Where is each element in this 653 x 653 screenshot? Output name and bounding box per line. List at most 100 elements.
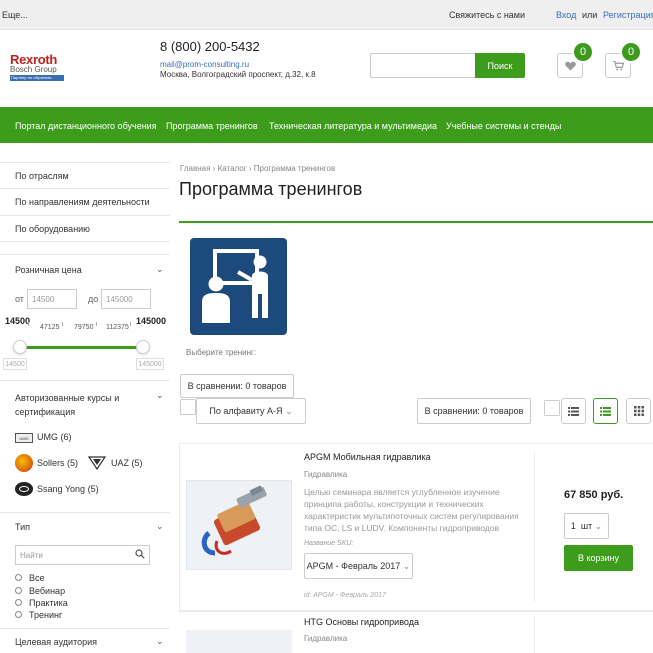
address-text: Москва, Волгоградский проспект, д.32, к.… <box>160 70 316 79</box>
search-input[interactable] <box>370 53 476 78</box>
sku-label: Название SKU: <box>304 540 354 547</box>
view-checkbox[interactable] <box>544 400 560 416</box>
select-training-label: Выберите тренинг: <box>186 348 257 357</box>
chevron-down-icon: ⌄ <box>285 405 293 416</box>
register-link[interactable]: Регистрация <box>603 10 653 20</box>
breadcrumb-home[interactable]: Главная <box>180 164 210 173</box>
product-divider <box>534 616 535 653</box>
sollers-logo-icon <box>15 454 33 472</box>
heart-icon <box>564 61 576 71</box>
search-button[interactable]: Поиск <box>475 53 525 78</box>
sort-select[interactable]: По алфавиту А-Я ⌄ <box>196 398 306 424</box>
chevron-down-icon[interactable]: ⌄ <box>156 521 164 532</box>
sidebar-item-industries[interactable]: По отраслям <box>0 163 170 189</box>
chevron-down-icon: ⌄ <box>402 560 411 571</box>
type-option-label: Все <box>29 573 45 583</box>
audience-filter-title[interactable]: Целевая аудитория <box>15 637 97 647</box>
price-range-max: 145000 <box>136 316 167 326</box>
umg-logo-icon: UMG <box>15 433 33 443</box>
product-image[interactable] <box>186 480 292 570</box>
product-image[interactable] <box>186 630 292 653</box>
product-id: id: APGM - Февраль 2017 <box>304 592 386 599</box>
tick-mark <box>130 322 131 326</box>
nav-item-distance-learning[interactable]: Портал дистанционного обучения <box>15 121 157 131</box>
type-filter-title[interactable]: Тип <box>15 522 30 532</box>
product-category: Гидравлика <box>304 634 348 643</box>
breadcrumb-catalog[interactable]: Каталог <box>218 164 247 173</box>
type-option-label: Тренинг <box>29 610 63 620</box>
price-filter-border <box>0 254 170 255</box>
view-list-compact-button[interactable] <box>561 398 586 424</box>
price-range-min: 14500 <box>5 316 31 326</box>
price-slider-track[interactable] <box>20 346 144 349</box>
grid-icon <box>633 406 644 416</box>
price-to-input[interactable]: 145000 <box>101 289 151 309</box>
sku-select[interactable]: APGM - Февраль 2017 ⌄ <box>304 553 413 579</box>
list-icon <box>600 406 611 416</box>
brand-sollers[interactable]: Sollers (5) <box>37 458 78 468</box>
nav-item-literature[interactable]: Техническая литература и мультимедиа <box>269 121 437 131</box>
chevron-down-icon[interactable]: ⌄ <box>156 264 164 275</box>
brand-ssangyong[interactable]: Ssang Yong (5) <box>37 484 99 494</box>
price-slider-max-handle[interactable] <box>136 340 150 354</box>
sidebar-item-directions[interactable]: По направлениям деятельности <box>0 189 170 216</box>
price-to-label: до <box>88 294 99 304</box>
compare-button-top[interactable]: В сравнении: 0 товаров <box>180 374 294 398</box>
type-search-input[interactable]: Найти <box>15 545 150 565</box>
favorites-count-badge: 0 <box>572 41 594 63</box>
more-link[interactable]: Еще... <box>2 10 28 20</box>
price-slider-min-handle[interactable] <box>13 340 27 354</box>
type-option-label: Практика <box>29 598 68 608</box>
brand-umg[interactable]: UMG (6) <box>37 432 72 442</box>
type-border <box>0 512 170 513</box>
authorized-courses-title[interactable]: Авторизованные курсы и сертификация <box>15 391 145 419</box>
select-all-checkbox[interactable] <box>180 399 196 415</box>
product-title[interactable]: HTG Основы гидропривода <box>304 617 419 627</box>
page-title: Программа тренингов <box>179 179 363 199</box>
type-option-label: Вебинар <box>29 586 66 596</box>
chevron-down-icon[interactable]: ⌄ <box>156 636 164 647</box>
logo-sub-text: Bosch Group <box>10 65 57 74</box>
email-link[interactable]: mail@prom-consulting.ru <box>160 60 249 69</box>
audience-border <box>0 628 170 629</box>
product-category: Гидравлика <box>304 470 348 479</box>
nav-item-training-program[interactable]: Программа тренингов <box>166 121 258 131</box>
price-filter-title[interactable]: Розничная цена <box>15 265 82 275</box>
quantity-select[interactable]: 1 шт ⌄ <box>564 513 609 539</box>
breadcrumb: Главная › Каталог › Программа тренингов <box>180 164 336 173</box>
sidebar-item-equipment[interactable]: По оборудованию <box>0 216 170 242</box>
price-tick: 47125 <box>40 324 60 331</box>
compare-button-right[interactable]: В сравнении: 0 товаров <box>417 398 531 424</box>
view-grid-button[interactable] <box>626 398 651 424</box>
product-description: Целью семинара является углубленное изуч… <box>304 487 519 533</box>
ssangyong-logo-icon <box>15 482 33 496</box>
brand-uaz[interactable]: UAZ (5) <box>111 458 143 468</box>
cart-icon <box>612 60 624 70</box>
breadcrumb-current: Программа тренингов <box>253 164 336 173</box>
price-from-label: от <box>15 294 24 304</box>
radio-webinar[interactable] <box>15 587 22 594</box>
price-from-input[interactable]: 14500 <box>27 289 77 309</box>
product-title[interactable]: APGM Мобильная гидравлика <box>304 452 431 462</box>
price-max-value: 145000 <box>136 358 164 370</box>
logo[interactable]: Rexroth Bosch Group Партнер по обучению <box>10 52 64 81</box>
radio-practice[interactable] <box>15 599 22 606</box>
top-bar: Еще... Свяжитесь с нами Вход или Регистр… <box>0 0 653 30</box>
radio-training[interactable] <box>15 611 22 618</box>
authorized-border <box>0 380 170 381</box>
view-list-button[interactable] <box>593 398 618 424</box>
tick-mark <box>62 322 63 326</box>
nav-item-training-systems[interactable]: Учебные системы и стенды <box>446 121 561 131</box>
add-to-cart-button[interactable]: В корзину <box>564 545 633 571</box>
chevron-down-icon[interactable]: ⌄ <box>156 390 164 401</box>
login-link[interactable]: Вход <box>556 10 576 20</box>
contact-link[interactable]: Свяжитесь с нами <box>449 10 525 20</box>
uaz-logo-icon <box>88 455 106 471</box>
training-category-icon[interactable] <box>190 238 287 335</box>
radio-all[interactable] <box>15 574 22 581</box>
list-icon <box>568 406 579 416</box>
tick-mark <box>96 322 97 326</box>
search-icon[interactable] <box>135 549 145 561</box>
logo-tag: Партнер по обучению <box>10 75 64 81</box>
sidebar-item-label: По направлениям деятельности <box>15 197 150 207</box>
